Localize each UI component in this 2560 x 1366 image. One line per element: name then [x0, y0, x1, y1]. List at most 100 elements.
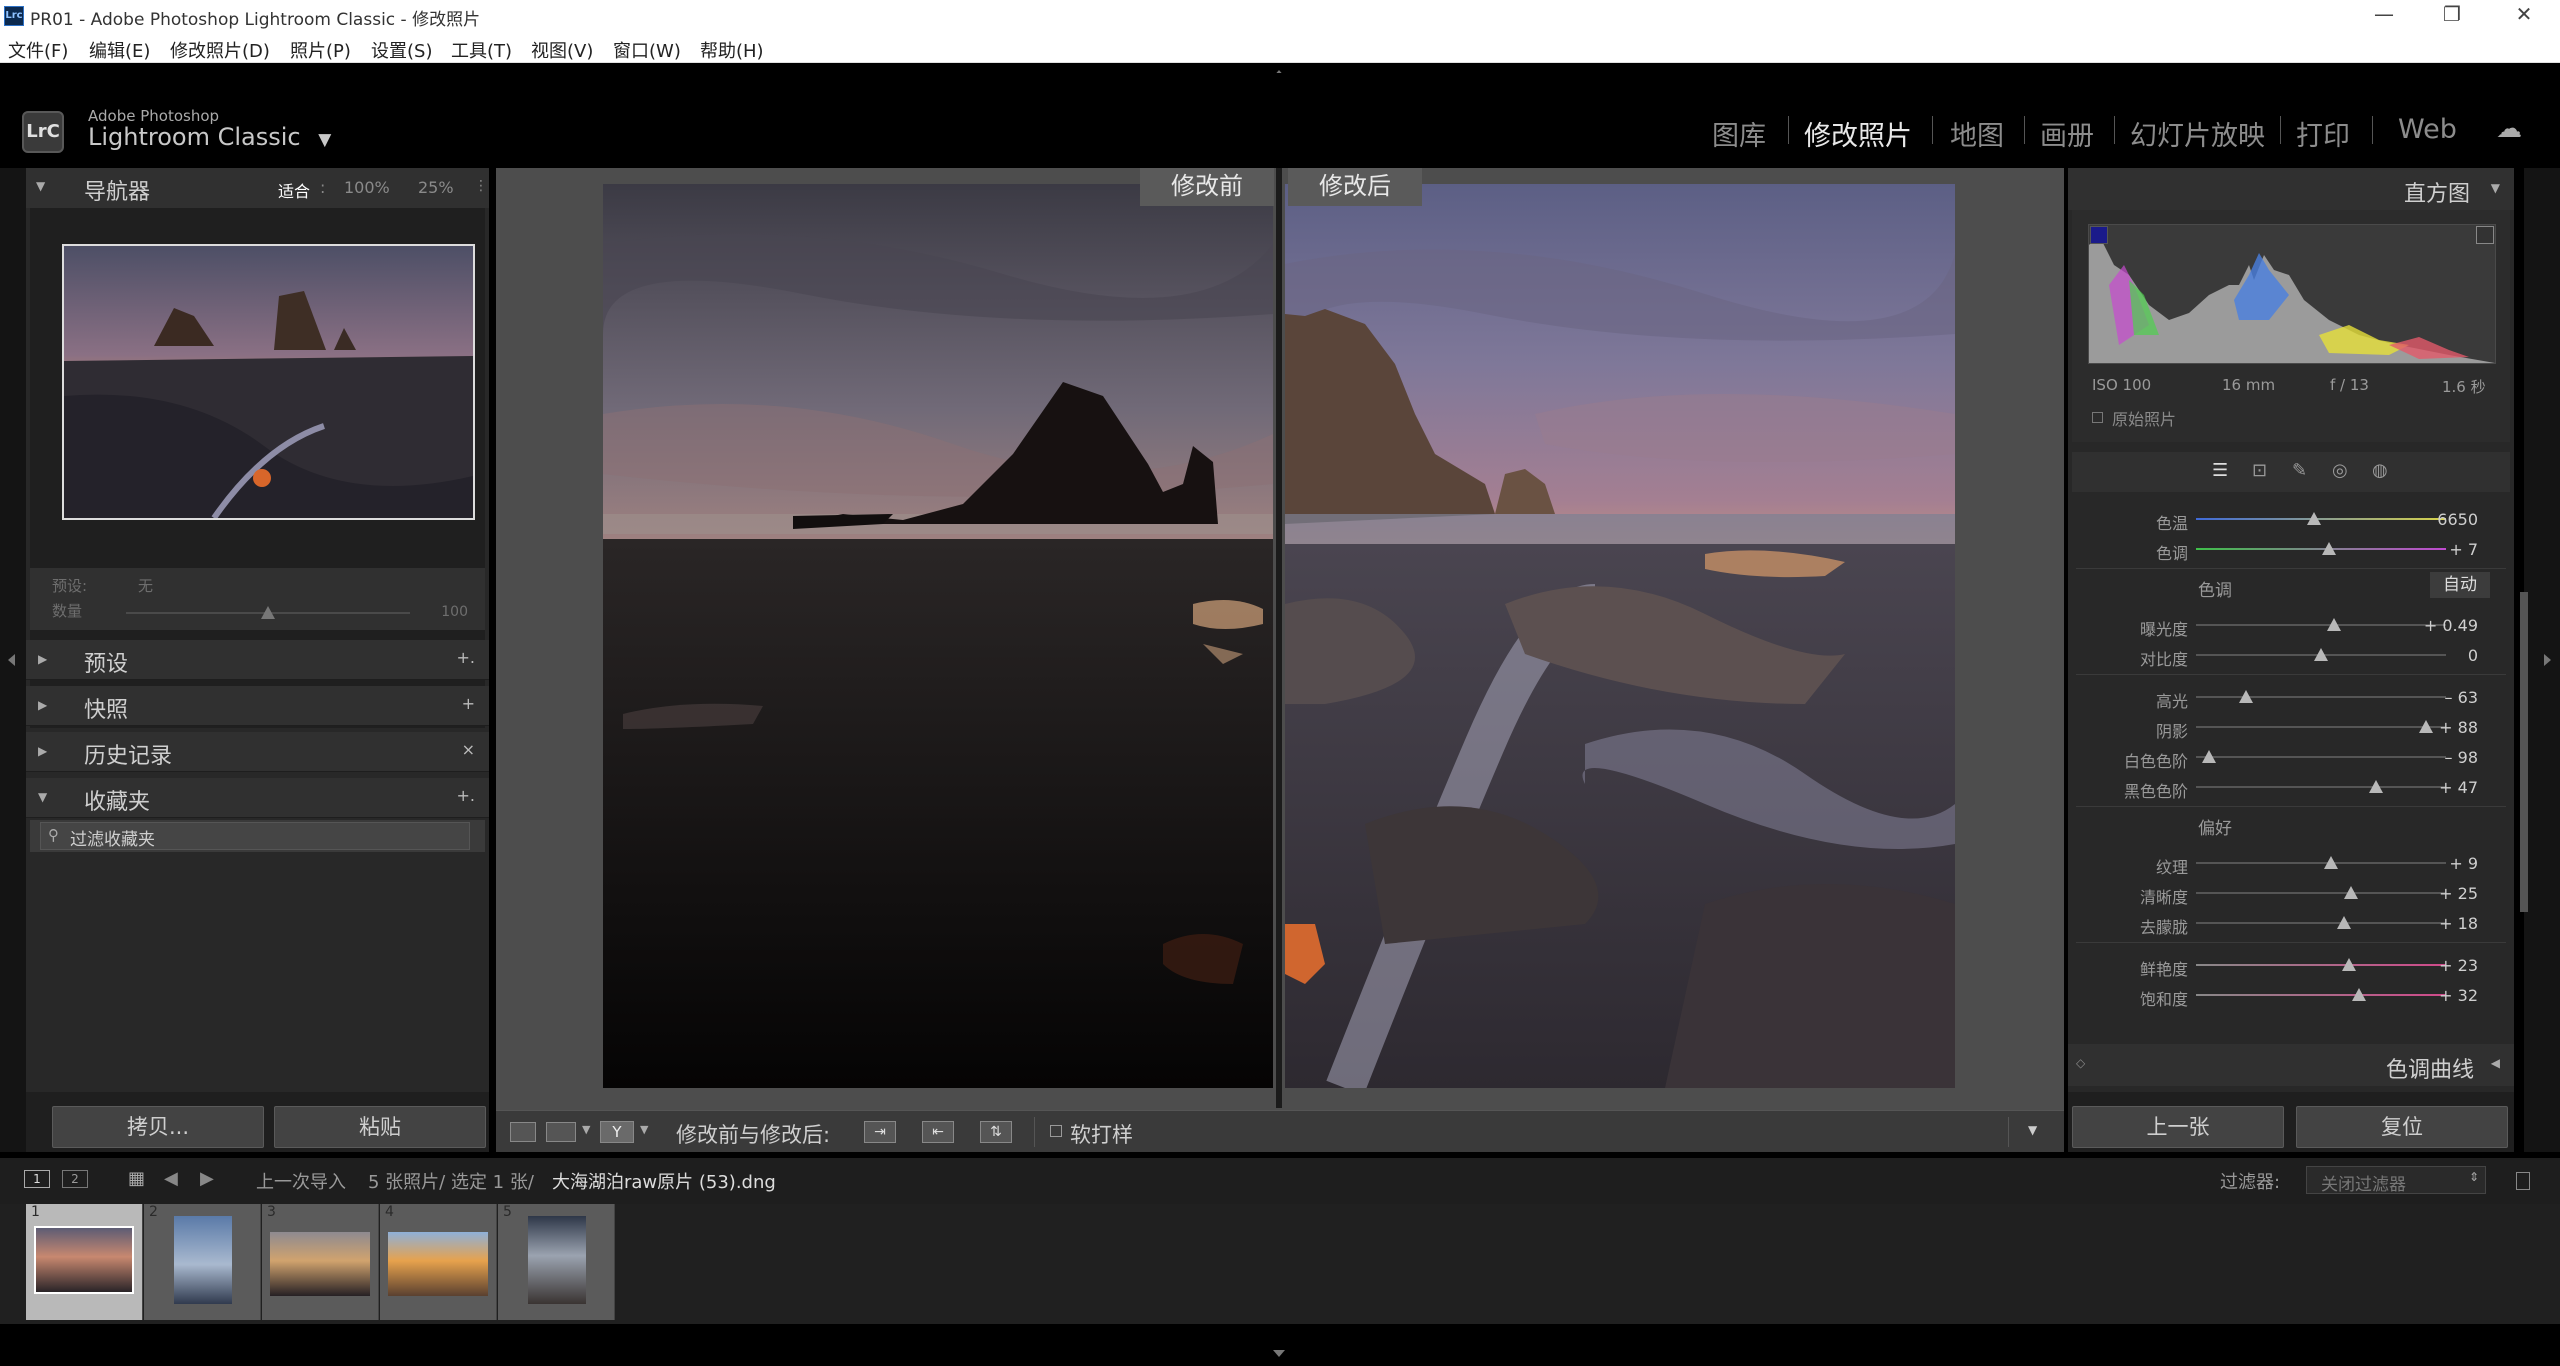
paste-button[interactable]: 粘贴: [274, 1106, 486, 1148]
thumbnail-cell-2[interactable]: 2: [144, 1204, 261, 1320]
source-label[interactable]: 上一次导入: [256, 1168, 346, 1194]
cloud-sync-icon[interactable]: ☁: [2496, 114, 2522, 144]
chevron-right-icon[interactable]: ▶: [38, 652, 47, 666]
slider-track[interactable]: [2196, 786, 2446, 788]
panel-collections[interactable]: ▼ 收藏夹 +.: [26, 778, 489, 818]
healing-icon[interactable]: ✎: [2292, 460, 2307, 481]
slider-thumb[interactable]: [2306, 512, 2321, 525]
slider-thumb[interactable]: [2336, 916, 2351, 929]
draw-y-icon[interactable]: Y: [600, 1121, 634, 1143]
slider-track[interactable]: [2196, 892, 2446, 894]
histogram-header[interactable]: 直方图 ▼: [2068, 168, 2514, 210]
menu-photo[interactable]: 照片(P): [290, 37, 351, 63]
after-photo[interactable]: [1285, 184, 1955, 1088]
slider-value[interactable]: + 23: [2418, 956, 2478, 975]
slider-thumb[interactable]: [2344, 886, 2358, 899]
zoom-menu-icon[interactable]: ⋮: [474, 178, 488, 194]
chevron-down-icon[interactable]: ▼: [582, 1123, 590, 1136]
chevron-down-icon[interactable]: ▼: [318, 130, 331, 150]
collapse-right-icon[interactable]: [2544, 654, 2551, 666]
toolbar-menu-icon[interactable]: ▼: [2028, 1123, 2037, 1137]
menu-tools[interactable]: 工具(T): [451, 37, 512, 63]
slider-value[interactable]: + 32: [2418, 986, 2478, 1005]
slider-row[interactable]: 色调 + 7: [2068, 534, 2514, 564]
slider-value[interactable]: + 7: [2418, 540, 2478, 559]
auto-tone-button[interactable]: 自动: [2430, 572, 2490, 598]
chevron-right-icon[interactable]: ▶: [38, 698, 47, 712]
slider-row[interactable]: 阴影 + 88: [2068, 712, 2514, 742]
module-library[interactable]: 图库: [1712, 114, 1766, 153]
back-arrow-icon[interactable]: ◀: [164, 1168, 178, 1189]
crop-icon[interactable]: ⊡: [2252, 460, 2267, 481]
slider-track[interactable]: [2196, 756, 2446, 758]
panel-presets[interactable]: ▶ 预设 +.: [26, 640, 489, 680]
slider-value[interactable]: + 9: [2418, 854, 2478, 873]
menu-window[interactable]: 窗口(W): [613, 37, 681, 63]
copy-button[interactable]: 拷贝...: [52, 1106, 264, 1148]
module-web[interactable]: Web: [2398, 114, 2457, 145]
slider-thumb[interactable]: [2341, 958, 2356, 971]
thumbnail-cell-3[interactable]: 3: [262, 1204, 379, 1320]
slider-row[interactable]: 曝光度 + 0.49: [2068, 610, 2514, 640]
second-screen-button[interactable]: 2: [62, 1170, 88, 1188]
slider-thumb[interactable]: [2351, 988, 2366, 1001]
filter-select[interactable]: 关闭过滤器 ⇕: [2306, 1166, 2486, 1195]
minimize-button[interactable]: —: [2364, 2, 2404, 26]
slider-row[interactable]: 去朦胧 + 18: [2068, 908, 2514, 938]
thumbnail-cell-5[interactable]: 5: [498, 1204, 615, 1320]
panel-history[interactable]: ▶ 历史记录 ×: [26, 732, 489, 772]
slider-value[interactable]: + 0.49: [2418, 616, 2478, 635]
slider-value[interactable]: + 25: [2418, 884, 2478, 903]
slider-thumb[interactable]: [2324, 856, 2338, 869]
slider-row[interactable]: 色温 6650: [2068, 504, 2514, 534]
zoom-25[interactable]: 25%: [418, 178, 454, 197]
thumbnail-cell-1[interactable]: 1: [26, 1204, 143, 1320]
slider-thumb[interactable]: [2201, 750, 2216, 763]
slider-thumb[interactable]: [2369, 780, 2383, 793]
chevron-left-icon[interactable]: ◀: [2491, 1056, 2500, 1070]
slider-track[interactable]: [2196, 994, 2446, 996]
slider-thumb[interactable]: [2321, 542, 2336, 555]
maximize-button[interactable]: ❐: [2432, 2, 2472, 26]
module-map[interactable]: 地图: [1950, 114, 2004, 153]
slider-thumb[interactable]: [2239, 690, 2253, 703]
left-edge[interactable]: [0, 168, 26, 1152]
slider-track[interactable]: [2196, 922, 2446, 924]
slider-row[interactable]: 纹理 + 9: [2068, 848, 2514, 878]
close-button[interactable]: ✕: [2504, 2, 2544, 26]
grid-icon[interactable]: ▦: [128, 1168, 145, 1189]
scrollbar[interactable]: [2520, 592, 2528, 912]
slider-track[interactable]: [2196, 518, 2446, 520]
slider-thumb[interactable]: [2326, 618, 2341, 631]
menu-view[interactable]: 视图(V): [531, 37, 593, 63]
slider-track[interactable]: [2196, 862, 2446, 864]
bottom-panel-toggle[interactable]: [0, 1324, 2560, 1366]
right-edge[interactable]: [2524, 168, 2560, 1152]
eye-icon[interactable]: ◇: [2076, 1056, 2085, 1070]
slider-track[interactable]: [2196, 624, 2446, 626]
slider-row[interactable]: 对比度 0: [2068, 640, 2514, 670]
add-collection-button[interactable]: +.: [457, 786, 476, 805]
swap-before-after-icon[interactable]: ⇅: [980, 1121, 1012, 1143]
reset-button[interactable]: 复位: [2296, 1106, 2508, 1148]
forward-arrow-icon[interactable]: ▶: [200, 1168, 214, 1189]
copy-after-to-before-icon[interactable]: ⇤: [922, 1121, 954, 1143]
current-filename[interactable]: 大海湖泊raw原片 (53).dng: [552, 1168, 776, 1194]
slider-row[interactable]: 清晰度 + 25: [2068, 878, 2514, 908]
module-book[interactable]: 画册: [2040, 114, 2094, 153]
slider-track[interactable]: [2196, 696, 2446, 698]
navigator-preview[interactable]: [62, 244, 475, 520]
slider-track[interactable]: [2196, 726, 2446, 728]
slider-value[interactable]: + 18: [2418, 914, 2478, 933]
loupe-view-icon[interactable]: [510, 1122, 536, 1142]
soft-proof-checkbox[interactable]: [1050, 1125, 1062, 1137]
slider-row[interactable]: 饱和度 + 32: [2068, 980, 2514, 1010]
slider-thumb[interactable]: [2314, 648, 2328, 661]
slider-value[interactable]: + 47: [2418, 778, 2478, 797]
slider-row[interactable]: 白色色阶 – 98: [2068, 742, 2514, 772]
navigator-header[interactable]: ▼ 导航器 适合 : 100% 25% ⋮: [26, 168, 489, 208]
chevron-down-icon[interactable]: ▼: [2491, 181, 2500, 195]
red-eye-icon[interactable]: ◎: [2332, 460, 2348, 481]
chevron-down-icon[interactable]: ▼: [38, 790, 47, 804]
module-slideshow[interactable]: 幻灯片放映: [2130, 114, 2265, 153]
